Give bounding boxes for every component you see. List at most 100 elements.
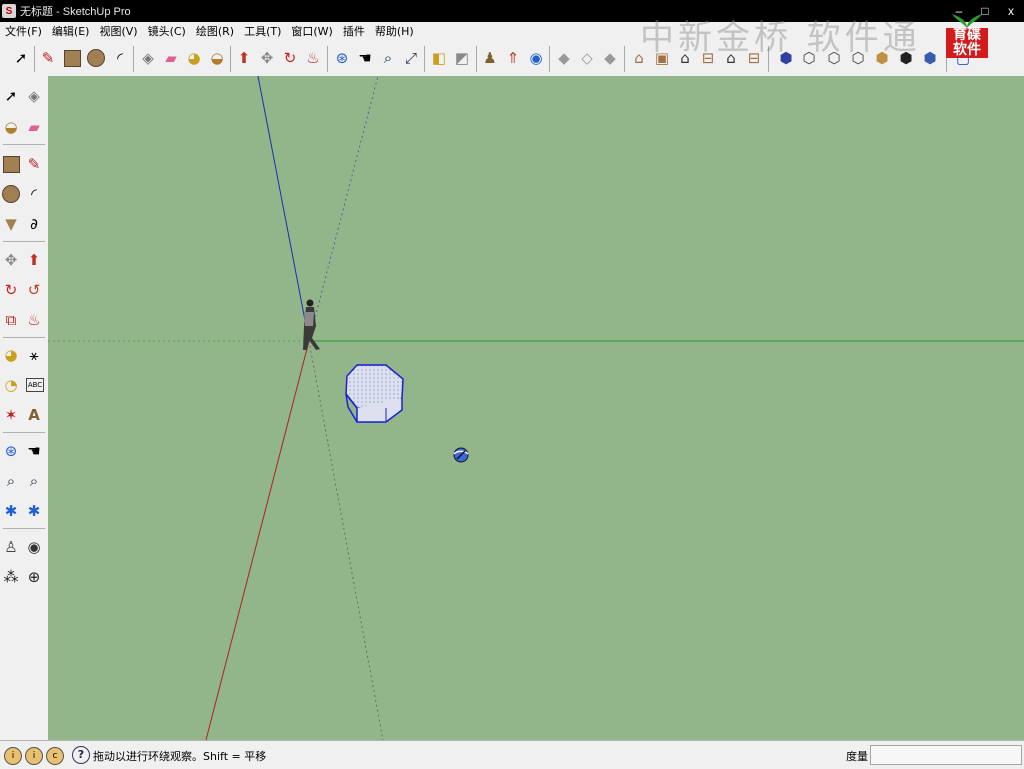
rectangle-icon[interactable] [61, 46, 83, 70]
user-account-icon[interactable]: c [46, 747, 64, 765]
circle-icon[interactable] [85, 46, 107, 70]
orbit-icon[interactable]: ⊛ [0, 439, 22, 463]
tape-measure-icon[interactable]: ◕ [183, 46, 205, 70]
push-pull-icon[interactable]: ⬆ [23, 248, 45, 272]
dimension-icon[interactable]: ⚹ [23, 343, 45, 367]
display-mode-icon[interactable]: ⬢ [919, 46, 941, 70]
zoom-extents-icon[interactable]: ⤢ [400, 46, 422, 70]
blue-axis-dotted [308, 76, 379, 342]
pencil-line-icon[interactable]: ✎ [37, 46, 59, 70]
follow-me-icon[interactable]: ↺ [23, 278, 45, 302]
orbit-icon[interactable]: ⊛ [331, 46, 353, 70]
next-view-icon[interactable]: ◩ [451, 46, 473, 70]
menu-tools[interactable]: 工具(T) [239, 23, 286, 39]
move-icon[interactable]: ✥ [256, 46, 278, 70]
push-pull-icon[interactable]: ⬆ [233, 46, 255, 70]
menu-view[interactable]: 视图(V) [94, 23, 142, 39]
paint-bucket-icon[interactable]: ◒ [206, 46, 228, 70]
follow-me-icon[interactable]: ♨ [302, 46, 324, 70]
zoom-extents-icon[interactable]: ✱ [0, 499, 22, 523]
circle-icon[interactable] [0, 182, 22, 206]
zoom-icon[interactable]: ⌕ [377, 46, 399, 70]
toolbar-divider [230, 46, 231, 72]
shaded-textures-icon[interactable]: ⬢ [871, 46, 893, 70]
position-camera-icon[interactable]: ♙ [0, 535, 22, 559]
rotate-icon[interactable]: ↻ [0, 278, 22, 302]
left-toolbar-divider [3, 432, 45, 433]
offset-icon[interactable]: ♨ [23, 308, 45, 332]
back-view-icon[interactable]: ⌂ [720, 46, 742, 70]
pan-icon[interactable]: ☚ [23, 439, 45, 463]
rectangle-icon[interactable] [0, 152, 22, 176]
scale-icon[interactable]: ⧉ [0, 308, 22, 332]
eraser-icon[interactable]: ▰ [23, 115, 45, 139]
eraser-icon[interactable]: ▰ [160, 46, 182, 70]
xray-icon[interactable]: ⬢ [775, 46, 797, 70]
pan-icon[interactable]: ☚ [354, 46, 376, 70]
walk-icon[interactable]: ⁂ [0, 565, 22, 589]
hexagonal-prism[interactable] [345, 364, 404, 423]
look-around-icon[interactable]: ◉ [525, 46, 547, 70]
position-camera-icon[interactable]: ♟ [479, 46, 501, 70]
tape-measure-icon[interactable]: ◕ [0, 343, 22, 367]
sketchup-logo-icon: S [2, 4, 16, 18]
measurements-input[interactable] [870, 745, 1022, 765]
menu-help[interactable]: 帮助(H) [370, 23, 419, 39]
rotate-icon[interactable]: ↻ [279, 46, 301, 70]
select-icon[interactable]: ➚ [0, 84, 22, 108]
status-message: 拖动以进行环绕观察。Shift = 平移 [93, 750, 267, 763]
iso-view-icon[interactable]: ⌂ [628, 46, 650, 70]
text-icon[interactable]: ABC [26, 378, 44, 392]
3d-viewport[interactable] [48, 76, 1024, 740]
menu-draw[interactable]: 绘图(R) [191, 23, 239, 39]
toolbar-divider [424, 46, 425, 72]
pencil-line-icon[interactable]: ✎ [23, 152, 45, 176]
status-bar: i i c ? 拖动以进行环绕观察。Shift = 平移 度量 [0, 740, 1024, 769]
wireframe-icon[interactable]: ⬡ [798, 46, 820, 70]
scene-canvas[interactable] [48, 76, 1024, 740]
make-component-icon[interactable]: ◈ [137, 46, 159, 70]
left-view-icon[interactable]: ⊟ [743, 46, 765, 70]
move-icon[interactable]: ✥ [0, 248, 22, 272]
menu-edit[interactable]: 编辑(E) [47, 23, 95, 39]
previous-view-icon[interactable]: ✱ [23, 499, 45, 523]
section-plane-icon[interactable]: ◆ [553, 46, 575, 70]
look-around-icon[interactable]: ◉ [23, 535, 45, 559]
arc-icon[interactable]: ◜ [109, 46, 131, 70]
menu-plugins[interactable]: 插件 [338, 23, 370, 39]
logo-label-line-1: 育碟 [953, 27, 981, 43]
right-view-icon[interactable]: ⊟ [697, 46, 719, 70]
make-component-icon[interactable]: ◈ [23, 84, 45, 108]
top-view-icon[interactable]: ▣ [651, 46, 673, 70]
close-button[interactable]: x [998, 0, 1024, 22]
arc-icon[interactable]: ◜ [23, 182, 45, 206]
credits-icon[interactable]: i [25, 747, 43, 765]
paint-bucket-icon[interactable]: ◒ [0, 115, 22, 139]
watermark-logo: 育碟 软件 [946, 10, 988, 58]
walk-icon[interactable]: ⇑ [502, 46, 524, 70]
protractor-icon[interactable]: ◔ [0, 373, 22, 397]
polygon-icon[interactable]: ▼ [0, 212, 22, 236]
shaded-icon[interactable]: ⬡ [847, 46, 869, 70]
axes-icon[interactable]: ✶ [0, 403, 22, 427]
select-icon[interactable]: ➚ [10, 46, 32, 70]
help-icon[interactable]: ? [72, 746, 90, 764]
front-view-icon[interactable]: ⌂ [674, 46, 696, 70]
menu-window[interactable]: 窗口(W) [286, 23, 337, 39]
zoom-icon[interactable]: ⌕ [0, 469, 22, 493]
window-title: 无标题 - SketchUp Pro [20, 6, 131, 18]
hidden-line-icon[interactable]: ⬡ [823, 46, 845, 70]
monochrome-icon[interactable]: ⬢ [895, 46, 917, 70]
person-figure[interactable] [303, 299, 320, 351]
section-cuts-icon[interactable]: ◆ [599, 46, 621, 70]
freehand-icon[interactable]: ∂ [23, 212, 45, 236]
section-display-icon[interactable]: ◇ [576, 46, 598, 70]
zoom-window-icon[interactable]: ⌕ [23, 469, 45, 493]
menu-file[interactable]: 文件(F) [0, 23, 47, 39]
section-plane-icon[interactable]: ⊕ [23, 565, 45, 589]
3d-text-icon[interactable]: A [23, 403, 45, 427]
toolbar-divider [549, 46, 550, 72]
previous-view-icon[interactable]: ◧ [428, 46, 450, 70]
geo-location-icon[interactable]: i [4, 747, 22, 765]
menu-camera[interactable]: 镜头(C) [143, 23, 191, 39]
